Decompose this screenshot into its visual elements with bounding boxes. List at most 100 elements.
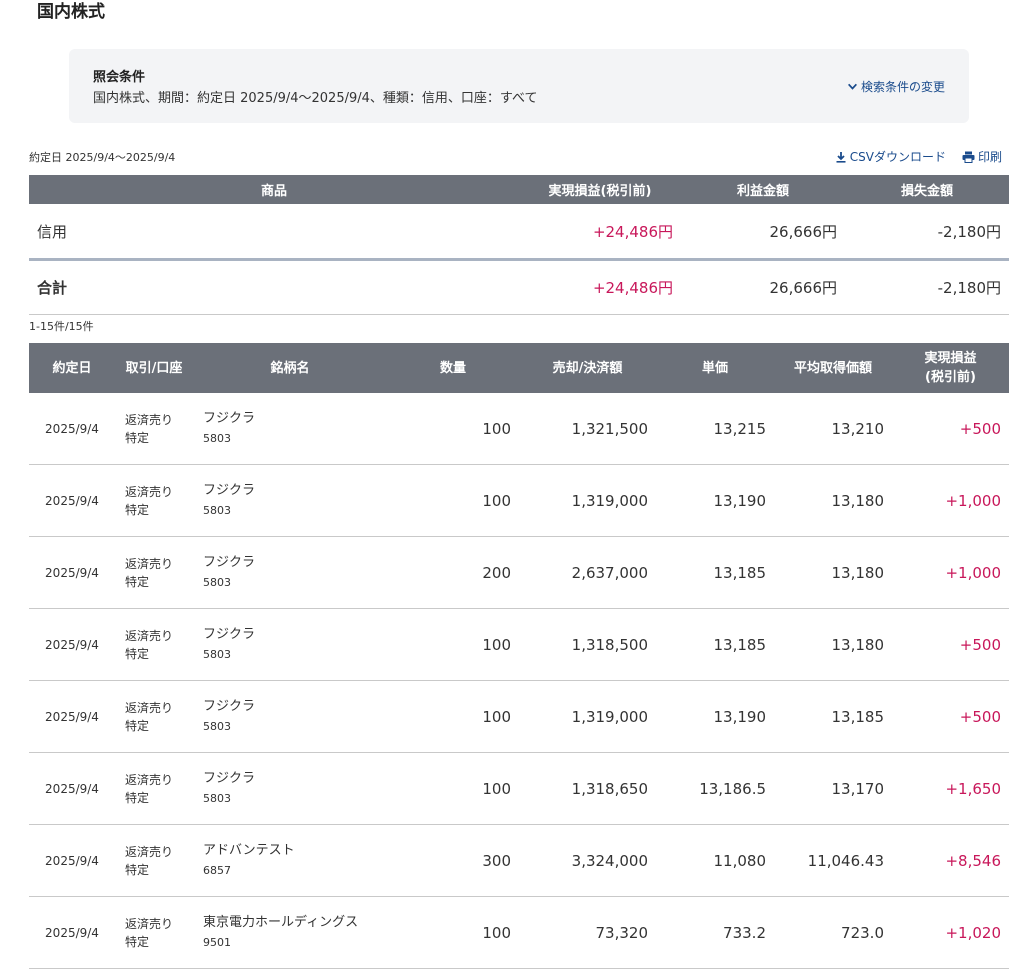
csv-download-label: CSVダウンロード bbox=[849, 150, 946, 164]
toolbar: CSVダウンロード 印刷 bbox=[835, 148, 1002, 165]
row-price: 733.2 bbox=[656, 896, 774, 969]
row-realized-pl: +500 bbox=[892, 680, 1009, 753]
table-row: 2025/9/4 返済売り 特定 フジクラ 5803 100 1,321,500 13,215… bbox=[29, 393, 1009, 465]
row-price: 13,190 bbox=[656, 464, 774, 537]
row-stock-code: 5803 bbox=[203, 647, 231, 661]
row-stock-code: 5803 bbox=[203, 575, 231, 589]
summary-total-row: 合計 +24,486円 26,666円 -2,180円 bbox=[29, 259, 1009, 315]
row-account: 特定 bbox=[125, 934, 150, 949]
detail-header-name: 銘柄名 bbox=[193, 343, 387, 393]
row-stock: フジクラ 5803 bbox=[193, 680, 387, 753]
table-row: 2025/9/4 返済売り 特定 東京電力ホールディングス 9501 100 73,320 7… bbox=[29, 896, 1009, 969]
detail-table: 約定日 取引/口座 銘柄名 数量 売却/決済額 単価 平均取得価額 実現損益 (… bbox=[29, 343, 1009, 969]
print-link[interactable]: 印刷 bbox=[962, 148, 1002, 165]
chevron-down-icon bbox=[847, 81, 858, 92]
summary-realized: +24,486円 bbox=[519, 204, 681, 261]
row-stock-name: フジクラ bbox=[203, 770, 256, 786]
row-stock: アドバンテスト 6857 bbox=[193, 824, 387, 897]
row-trade: 返済売り 特定 bbox=[115, 608, 193, 681]
summary-header-row: 商品 実現損益(税引前) 利益金額 損失金額 bbox=[29, 175, 1009, 204]
row-account: 特定 bbox=[125, 862, 150, 877]
row-date: 2025/9/4 bbox=[29, 608, 115, 681]
table-row: 2025/9/4 返済売り 特定 フジクラ 5803 100 1,318,650 13,186… bbox=[29, 752, 1009, 825]
row-trade-type: 返済売り bbox=[125, 916, 174, 931]
printer-icon bbox=[962, 151, 975, 163]
conditions-title: 照会条件 bbox=[93, 70, 146, 85]
row-realized-pl: +1,000 bbox=[892, 536, 1009, 609]
row-amount: 1,318,650 bbox=[519, 752, 656, 825]
row-trade-type: 返済売り bbox=[125, 556, 174, 571]
row-trade-type: 返済売り bbox=[125, 484, 174, 499]
row-stock-code: 6857 bbox=[203, 863, 231, 877]
detail-header-amount: 売却/決済額 bbox=[519, 343, 656, 393]
row-stock: フジクラ 5803 bbox=[193, 752, 387, 825]
row-trade-type: 返済売り bbox=[125, 700, 174, 715]
row-trade: 返済売り 特定 bbox=[115, 464, 193, 537]
row-avg-price: 13,185 bbox=[774, 680, 892, 753]
row-amount: 1,318,500 bbox=[519, 608, 656, 681]
row-amount: 73,320 bbox=[519, 896, 656, 969]
row-amount: 1,319,000 bbox=[519, 680, 656, 753]
detail-header-pl: 実現損益 (税引前) bbox=[892, 343, 1009, 393]
table-row: 2025/9/4 返済売り 特定 フジクラ 5803 100 1,318,500 13,185… bbox=[29, 608, 1009, 681]
table-row: 2025/9/4 返済売り 特定 フジクラ 5803 200 2,637,000 13,185… bbox=[29, 536, 1009, 609]
change-conditions-link[interactable]: 検索条件の変更 bbox=[847, 78, 945, 95]
row-amount: 1,319,000 bbox=[519, 464, 656, 537]
search-conditions-panel: 照会条件 国内株式、期間：約定日 2025/9/4〜2025/9/4、種類：信用… bbox=[69, 49, 969, 123]
row-amount: 1,321,500 bbox=[519, 393, 656, 465]
row-date: 2025/9/4 bbox=[29, 752, 115, 825]
row-qty: 100 bbox=[387, 464, 519, 537]
row-stock-code: 5803 bbox=[203, 503, 231, 517]
row-account: 特定 bbox=[125, 430, 150, 445]
row-qty: 100 bbox=[387, 393, 519, 465]
row-price: 13,185 bbox=[656, 536, 774, 609]
row-avg-price: 13,170 bbox=[774, 752, 892, 825]
row-qty: 100 bbox=[387, 680, 519, 753]
detail-header-pl-line1: 実現損益 bbox=[924, 351, 977, 366]
detail-header-date: 約定日 bbox=[29, 343, 115, 393]
row-price: 13,185 bbox=[656, 608, 774, 681]
summary-product: 信用 bbox=[29, 204, 519, 261]
table-row: 2025/9/4 返済売り 特定 アドバンテスト 6857 300 3,324,000 11,… bbox=[29, 824, 1009, 897]
summary-header-realized: 実現損益(税引前) bbox=[519, 175, 681, 204]
row-qty: 300 bbox=[387, 824, 519, 897]
detail-table-body: 2025/9/4 返済売り 特定 フジクラ 5803 100 1,321,500 13,215… bbox=[29, 393, 1009, 969]
row-date: 2025/9/4 bbox=[29, 464, 115, 537]
detail-header-pl-line2: (税引前) bbox=[925, 370, 976, 385]
row-date: 2025/9/4 bbox=[29, 393, 115, 465]
row-stock: フジクラ 5803 bbox=[193, 464, 387, 537]
row-stock-name: フジクラ bbox=[203, 554, 256, 570]
row-stock-name: フジクラ bbox=[203, 626, 256, 642]
row-account: 特定 bbox=[125, 790, 150, 805]
row-stock-code: 5803 bbox=[203, 791, 231, 805]
row-avg-price: 13,180 bbox=[774, 536, 892, 609]
row-date: 2025/9/4 bbox=[29, 824, 115, 897]
summary-profit: 26,666円 bbox=[681, 204, 845, 261]
csv-download-link[interactable]: CSVダウンロード bbox=[835, 148, 946, 165]
row-avg-price: 723.0 bbox=[774, 896, 892, 969]
row-trade-type: 返済売り bbox=[125, 844, 174, 859]
row-trade: 返済売り 特定 bbox=[115, 896, 193, 969]
row-stock-name: フジクラ bbox=[203, 698, 256, 714]
summary-header-profit: 利益金額 bbox=[681, 175, 845, 204]
row-realized-pl: +500 bbox=[892, 393, 1009, 465]
print-label: 印刷 bbox=[977, 150, 1002, 164]
summary-header-loss: 損失金額 bbox=[845, 175, 1009, 204]
row-avg-price: 13,180 bbox=[774, 608, 892, 681]
row-stock-code: 5803 bbox=[203, 719, 231, 733]
row-price: 13,190 bbox=[656, 680, 774, 753]
row-trade: 返済売り 特定 bbox=[115, 393, 193, 465]
row-price: 13,215 bbox=[656, 393, 774, 465]
row-stock: 東京電力ホールディングス 9501 bbox=[193, 896, 387, 969]
row-stock-name: フジクラ bbox=[203, 410, 256, 426]
date-range-label: 約定日 2025/9/4〜2025/9/4 bbox=[29, 151, 176, 164]
row-trade: 返済売り 特定 bbox=[115, 824, 193, 897]
row-account: 特定 bbox=[125, 646, 150, 661]
row-account: 特定 bbox=[125, 718, 150, 733]
summary-total-profit: 26,666円 bbox=[681, 259, 845, 315]
row-account: 特定 bbox=[125, 502, 150, 517]
row-amount: 2,637,000 bbox=[519, 536, 656, 609]
row-trade: 返済売り 特定 bbox=[115, 680, 193, 753]
summary-loss: -2,180円 bbox=[845, 204, 1009, 261]
summary-total-label: 合計 bbox=[29, 259, 519, 315]
